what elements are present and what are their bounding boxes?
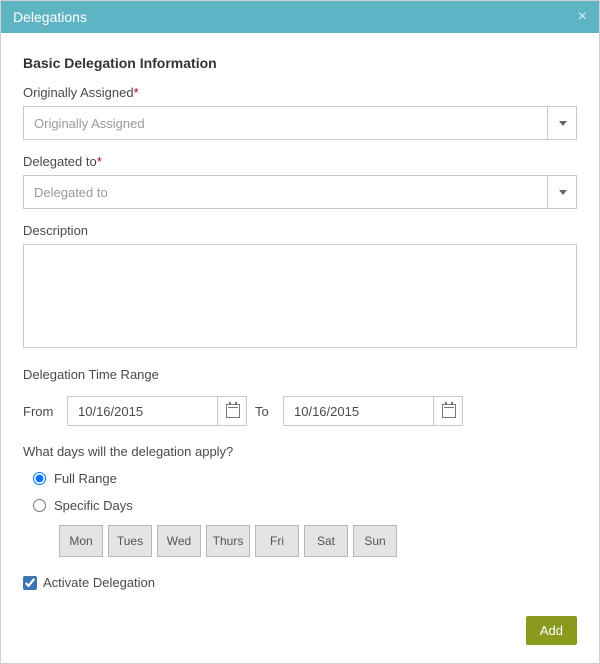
- delegated-to-select[interactable]: Delegated to: [23, 175, 577, 209]
- activate-delegation-input[interactable]: [23, 576, 37, 590]
- specific-days-radio-input[interactable]: [33, 499, 46, 512]
- full-range-radio-input[interactable]: [33, 472, 46, 485]
- chevron-down-icon: [559, 190, 567, 195]
- from-label: From: [23, 404, 59, 419]
- delegated-to-dropdown-button[interactable]: [547, 175, 577, 209]
- add-button[interactable]: Add: [526, 616, 577, 645]
- day-btn-tues[interactable]: Tues: [108, 525, 152, 557]
- days-question: What days will the delegation apply?: [23, 444, 577, 459]
- from-date-field: [67, 396, 247, 426]
- from-date-picker-button[interactable]: [217, 396, 247, 426]
- day-btn-fri[interactable]: Fri: [255, 525, 299, 557]
- section-heading: Basic Delegation Information: [23, 55, 577, 71]
- dialog-body: Basic Delegation Information Originally …: [1, 33, 599, 663]
- originally-assigned-input[interactable]: Originally Assigned: [23, 106, 577, 140]
- chevron-down-icon: [559, 121, 567, 126]
- originally-assigned-select[interactable]: Originally Assigned: [23, 106, 577, 140]
- day-btn-wed[interactable]: Wed: [157, 525, 201, 557]
- time-range-heading: Delegation Time Range: [23, 367, 577, 382]
- activate-delegation-checkbox[interactable]: Activate Delegation: [23, 575, 577, 590]
- specific-days-radio[interactable]: Specific Days: [33, 498, 577, 513]
- day-btn-sat[interactable]: Sat: [304, 525, 348, 557]
- originally-assigned-dropdown-button[interactable]: [547, 106, 577, 140]
- specific-days-label: Specific Days: [54, 498, 133, 513]
- dialog-title: Delegations: [13, 9, 87, 25]
- close-icon[interactable]: ×: [578, 9, 587, 25]
- delegated-to-input[interactable]: Delegated to: [23, 175, 577, 209]
- to-label: To: [255, 404, 275, 419]
- titlebar: Delegations ×: [1, 1, 599, 33]
- delegations-dialog: Delegations × Basic Delegation Informati…: [0, 0, 600, 664]
- day-btn-thurs[interactable]: Thurs: [206, 525, 250, 557]
- originally-assigned-label: Originally Assigned*: [23, 85, 577, 100]
- footer: Add: [23, 616, 577, 645]
- to-date-field: [283, 396, 463, 426]
- activate-delegation-label: Activate Delegation: [43, 575, 155, 590]
- delegated-to-label: Delegated to*: [23, 154, 577, 169]
- day-buttons-row: Mon Tues Wed Thurs Fri Sat Sun: [59, 525, 577, 557]
- description-label: Description: [23, 223, 577, 238]
- day-btn-mon[interactable]: Mon: [59, 525, 103, 557]
- to-date-picker-button[interactable]: [433, 396, 463, 426]
- full-range-label: Full Range: [54, 471, 117, 486]
- calendar-icon: [226, 404, 240, 418]
- day-btn-sun[interactable]: Sun: [353, 525, 397, 557]
- description-textarea[interactable]: [23, 244, 577, 348]
- calendar-icon: [442, 404, 456, 418]
- full-range-radio[interactable]: Full Range: [33, 471, 577, 486]
- date-range-row: From To: [23, 396, 577, 426]
